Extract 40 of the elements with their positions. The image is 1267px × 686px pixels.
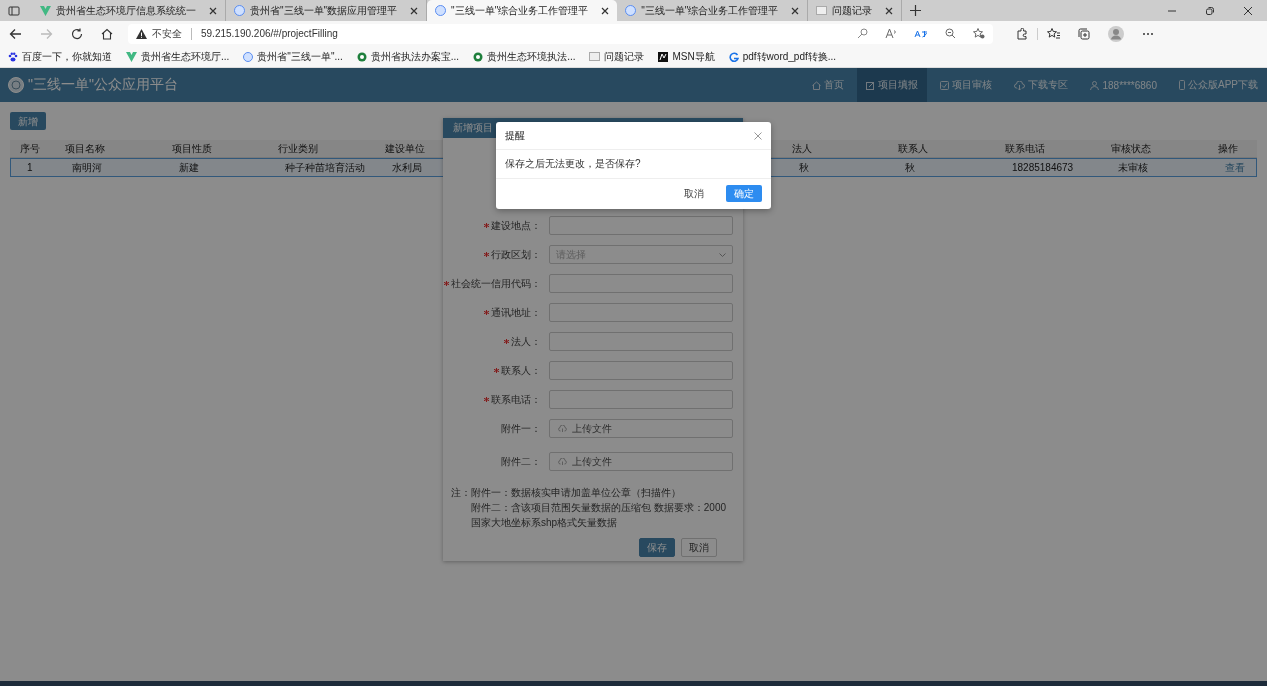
table-cell-text: 南明河 <box>71 160 103 175</box>
tab-title: "三线一单"综合业务工作管理平 <box>451 3 589 18</box>
field-label: 联系人： <box>501 363 541 378</box>
tab-title: 贵州省"三线一单"数据应用管理平 <box>250 3 398 18</box>
field-label: 行政区划： <box>491 247 541 262</box>
column-header: 建设单位 <box>384 141 426 156</box>
security-label: 不安全 <box>152 26 182 41</box>
table-cell-text: 种子种苗培育活动 <box>284 160 366 175</box>
app-title: "三线一单"公众应用平台 <box>28 76 178 94</box>
field-label: 联系电话： <box>491 392 541 407</box>
tab-title: 贵州省生态环境厅信息系统统一 <box>56 3 196 18</box>
url-text: 59.215.190.206/#/projectFilling <box>201 28 338 39</box>
alert-title: 提醒 <box>505 128 525 143</box>
table-cell-text: 18285184673 <box>1011 162 1075 173</box>
note-label: 注： <box>451 486 471 500</box>
bookmark-label: 问题记录 <box>604 49 645 64</box>
column-header: 审核状态 <box>1110 141 1152 156</box>
field-label: 法人： <box>511 334 541 349</box>
table-cell-text: 水利局 <box>391 160 423 175</box>
table-cell-text: 秋 <box>904 160 916 175</box>
bookmark-label: MSN导航 <box>672 49 715 64</box>
column-header: 行业类别 <box>277 141 319 156</box>
table-cell-text: 新建 <box>178 160 200 175</box>
column-header: 联系电话 <box>1004 141 1046 156</box>
column-header: 项目名称 <box>64 141 106 156</box>
tab-title: 问题记录 <box>832 3 873 18</box>
table-cell-text: 1 <box>26 162 34 173</box>
column-header: 项目性质 <box>171 141 213 156</box>
column-header: 序号 <box>19 141 41 156</box>
field-label: 通讯地址： <box>491 305 541 320</box>
column-header: 法人 <box>791 141 813 156</box>
alert-message: 保存之后无法更改，是否保存? <box>496 150 771 179</box>
field-label: 社会统一信用代码： <box>451 276 541 291</box>
column-header: 联系人 <box>897 141 929 156</box>
table-cell-text: 秋 <box>798 160 810 175</box>
table-cell-text: 未审核 <box>1117 160 1149 175</box>
tab-title: "三线一单"综合业务工作管理平 <box>641 3 779 18</box>
field-label: 建设地点： <box>491 218 541 233</box>
dialog-title: 新增项目 <box>453 121 493 135</box>
column-header: 操作 <box>1217 141 1239 156</box>
